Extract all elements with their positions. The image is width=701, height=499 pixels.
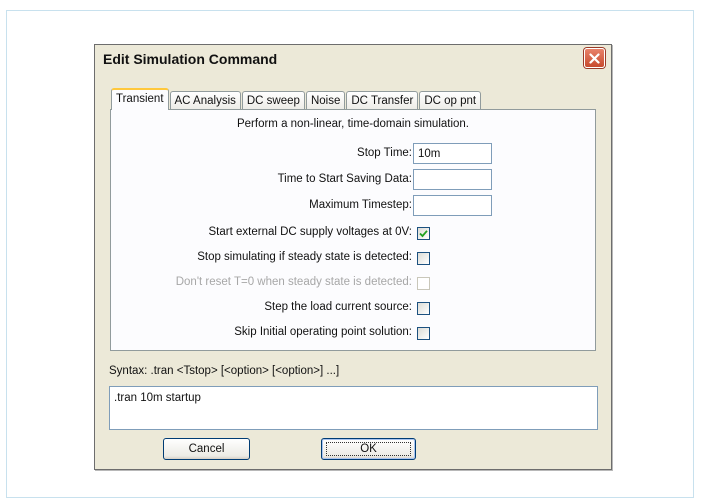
max-timestep-input[interactable] [413,195,492,216]
focus-ring [326,442,411,456]
checkbox-step-load[interactable] [417,302,430,315]
dialog-title: Edit Simulation Command [103,51,278,67]
start-saving-label: Time to Start Saving Data: [277,173,412,185]
edit-simulation-dialog: Edit Simulation Command Transient AC Ana… [94,44,612,470]
transient-panel: Perform a non-linear, time-domain simula… [110,109,596,351]
syntax-line: Syntax: .tran <Tstop> [<option> [<option… [109,365,340,377]
command-text-field[interactable]: .tran 10m startup [109,386,598,430]
checkbox-start-dc-0v[interactable] [417,227,430,240]
close-button[interactable] [584,48,605,68]
tab-dc-sweep[interactable]: DC sweep [241,91,305,110]
dialog-titlebar[interactable]: Edit Simulation Command [95,45,611,71]
ok-button[interactable]: OK [321,438,416,460]
tab-transient[interactable]: Transient [111,88,169,110]
checkbox-stop-steady-state[interactable] [417,252,430,265]
checkmark-icon [419,230,428,238]
option-label-step-load: Step the load current source: [264,301,412,313]
tab-dc-transfer[interactable]: DC Transfer [346,91,419,110]
option-label-start-dc-0v: Start external DC supply voltages at 0V: [208,226,412,238]
cancel-button[interactable]: Cancel [163,438,250,460]
option-label-skip-initial-op: Skip Initial operating point solution: [234,326,412,338]
option-label-stop-steady-state: Stop simulating if steady state is detec… [197,251,412,263]
option-label-dont-reset-t0: Don't reset T=0 when steady state is det… [175,276,412,288]
checkbox-skip-initial-op[interactable] [417,327,430,340]
analysis-tabs: Transient AC Analysis DC sweep Noise DC … [111,88,482,110]
close-x-icon [589,52,600,64]
start-saving-input[interactable] [413,169,492,190]
tab-noise[interactable]: Noise [305,91,346,110]
tab-ac-analysis[interactable]: AC Analysis [169,91,241,110]
stop-time-input[interactable] [413,143,492,164]
max-timestep-label: Maximum Timestep: [309,199,412,211]
panel-description: Perform a non-linear, time-domain simula… [236,118,470,130]
stop-time-label: Stop Time: [357,147,412,159]
checkbox-dont-reset-t0 [417,277,430,290]
tab-dc-op-pnt[interactable]: DC op pnt [419,91,482,110]
